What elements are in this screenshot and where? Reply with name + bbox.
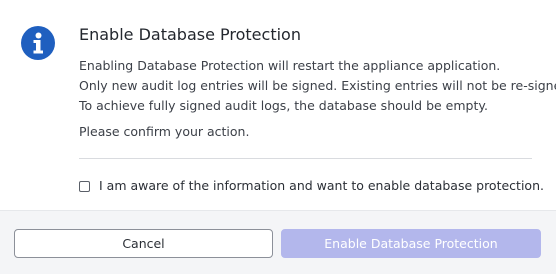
dialog-footer: Cancel Enable Database Protection	[0, 210, 556, 274]
confirm-prompt: Please confirm your action.	[79, 124, 250, 139]
message-line: Enabling Database Protection will restar…	[79, 58, 501, 73]
message-line: To achieve fully signed audit logs, the …	[79, 98, 488, 113]
dialog-message: Enabling Database Protection will restar…	[79, 56, 556, 116]
acknowledge-checkbox-row[interactable]: I am aware of the information and want t…	[79, 177, 544, 195]
dialog-body: Enable Database Protection Enabling Data…	[0, 0, 556, 210]
message-line: Only new audit log entries will be signe…	[79, 78, 556, 93]
acknowledge-checkbox[interactable]	[79, 180, 90, 192]
enable-database-protection-button[interactable]: Enable Database Protection	[281, 229, 541, 258]
acknowledge-label[interactable]: I am aware of the information and want t…	[99, 177, 544, 195]
info-icon	[21, 26, 55, 60]
enable-database-protection-dialog: Enable Database Protection Enabling Data…	[0, 0, 556, 274]
cancel-button[interactable]: Cancel	[14, 229, 273, 258]
divider	[79, 158, 532, 159]
dialog-title: Enable Database Protection	[79, 25, 301, 44]
